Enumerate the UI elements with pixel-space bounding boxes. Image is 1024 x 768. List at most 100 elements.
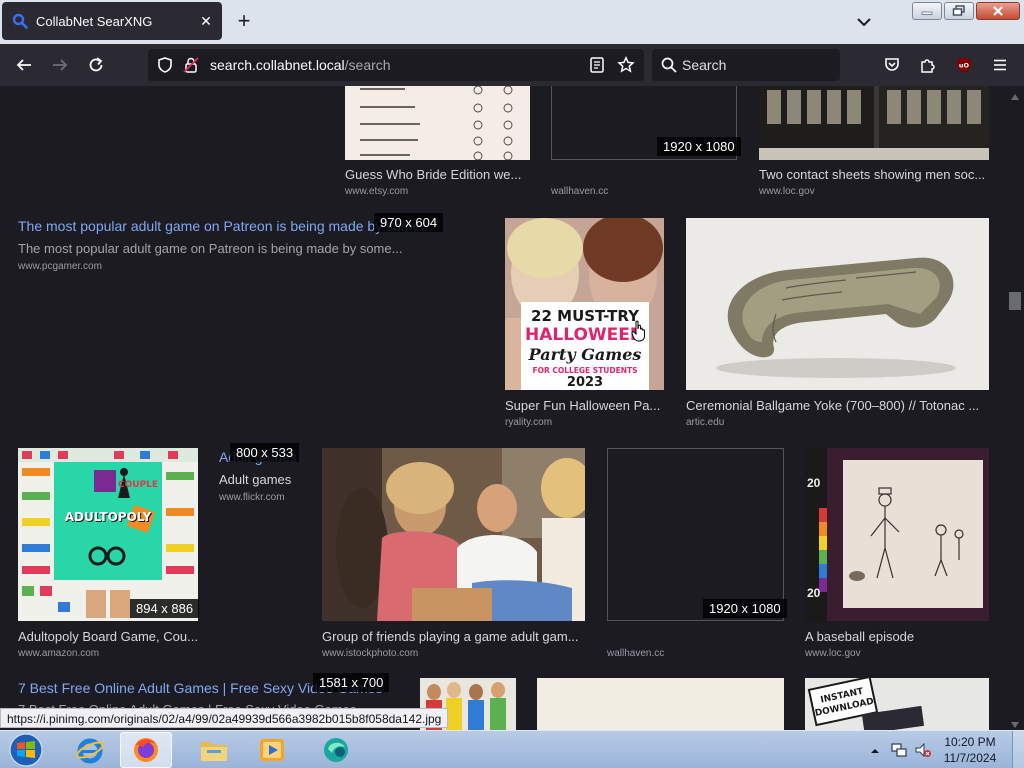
network-icon[interactable] <box>890 741 908 764</box>
maximize-button[interactable] <box>944 2 974 20</box>
image-result[interactable]: Group of friends playing a game adult ga… <box>322 448 585 660</box>
result-title[interactable]: Two contact sheets showing men soc... <box>759 167 989 182</box>
result-title[interactable]: Super Fun Halloween Pa... <box>505 398 664 413</box>
ruler-mark-top: 20 <box>807 476 821 490</box>
reader-view-icon[interactable] <box>586 54 608 76</box>
new-tab-button[interactable]: + <box>232 10 256 34</box>
halloween-games-thumbnail[interactable]: 22 MUST-TRY HALLOWEEN Party Games FOR CO… <box>505 218 664 390</box>
address-bar[interactable]: search.collabnet.local/search <box>148 49 644 81</box>
image-result[interactable]: Two contact sheets showing men soc... ww… <box>759 86 989 201</box>
result-source: www.etsy.com <box>345 186 409 197</box>
board-couple-label: COUPLE <box>118 480 159 490</box>
link-status-url: https://i.pinimg.com/originals/02/a4/99/… <box>0 708 449 728</box>
show-hidden-icons-arrow-icon[interactable] <box>870 743 880 761</box>
minimize-button[interactable] <box>912 2 942 20</box>
web-search-field[interactable]: Search <box>652 49 840 81</box>
forward-arrow-icon[interactable] <box>49 54 71 76</box>
scrollbar-thumb[interactable] <box>1009 292 1021 310</box>
green-app-icon[interactable] <box>310 732 362 768</box>
image-dimensions-badge: 1920 x 1080 <box>703 599 787 618</box>
clock-date: 11/7/2024 <box>943 751 997 765</box>
close-window-button[interactable] <box>976 2 1020 20</box>
screen: CollabNet SearXNG ✕ + search.collabnet.l… <box>0 0 1024 768</box>
url-text: search.collabnet.local/search <box>210 57 391 73</box>
media-player-icon[interactable] <box>246 732 298 768</box>
file-explorer-icon[interactable] <box>188 732 240 768</box>
tracking-protection-shield-icon[interactable] <box>154 54 176 76</box>
image-result[interactable]: Guess Who Bride Edition we... www.etsy.c… <box>345 86 530 201</box>
url-path: /search <box>344 57 391 73</box>
image-result[interactable]: 20 20 A baseball episode www.loc.gov <box>805 448 989 660</box>
app-menu-hamburger-icon[interactable] <box>989 54 1011 76</box>
tab-title: CollabNet SearXNG <box>36 13 153 29</box>
list-all-tabs-icon[interactable] <box>852 12 876 32</box>
result-source: www.loc.gov <box>805 648 861 659</box>
browser-tab[interactable]: CollabNet SearXNG ✕ <box>2 2 222 40</box>
reload-icon[interactable] <box>85 54 107 76</box>
taskbar-clock[interactable]: 10:20 PM 11/7/2024 <box>934 734 1006 766</box>
result-title[interactable]: Guess Who Bride Edition we... <box>345 167 530 182</box>
hand-cursor-icon <box>631 320 647 342</box>
url-host: search.collabnet.local <box>210 57 345 73</box>
firefox-taskbar-icon[interactable] <box>120 732 172 768</box>
search-icon <box>658 54 680 76</box>
instant-download-thumbnail[interactable]: INSTANT DOWNLOAD <box>805 678 989 730</box>
ruler-mark-bottom: 20 <box>807 586 821 600</box>
result-title[interactable]: Ceremonial Ballgame Yoke (700–800) // To… <box>686 398 989 413</box>
friends-playing-thumbnail[interactable] <box>322 448 585 621</box>
result-source: ryality.com <box>505 417 553 428</box>
poster-headline: 22 MUST-TRY <box>531 307 639 325</box>
tab-close-icon[interactable]: ✕ <box>196 11 216 31</box>
wallhaven-thumbnail[interactable] <box>607 448 784 621</box>
search-placeholder: Search <box>682 57 727 73</box>
show-desktop-button[interactable] <box>1012 731 1024 768</box>
result-source: wallhaven.cc <box>607 648 665 659</box>
bookmark-star-icon[interactable] <box>615 54 637 76</box>
insecure-lock-icon[interactable] <box>180 54 202 76</box>
result-source: www.amazon.com <box>18 648 100 659</box>
svg-text:uO: uO <box>959 62 970 70</box>
image-result[interactable]: 1920 x 1080 wallhaven.cc <box>551 86 741 201</box>
ballgame-yoke-thumbnail[interactable] <box>686 218 989 390</box>
link-result-source: www.pcgamer.com <box>18 261 102 272</box>
image-result[interactable]: 1920 x 1080 wallhaven.cc <box>607 448 787 660</box>
baseball-episode-thumbnail[interactable]: 20 20 <box>805 448 989 621</box>
image-dimensions-badge: 800 x 533 <box>230 443 300 462</box>
contact-sheets-thumbnail[interactable] <box>759 86 989 160</box>
guess-who-thumbnail[interactable] <box>345 86 530 160</box>
image-result[interactable]: COUPLE ADULTOPOLY 894 x 886 Adultopoly B… <box>18 448 200 660</box>
adultopoly-thumbnail[interactable]: COUPLE ADULTOPOLY <box>18 448 198 621</box>
internet-explorer-icon[interactable] <box>64 732 116 768</box>
clock-time: 10:20 PM <box>944 735 996 749</box>
image-dimensions-badge: 1920 x 1080 <box>657 137 741 156</box>
result-source: wallhaven.cc <box>551 186 609 197</box>
page-scrollbar[interactable] <box>1006 86 1024 730</box>
volume-muted-icon[interactable] <box>914 741 932 764</box>
back-arrow-icon[interactable] <box>13 54 35 76</box>
result-title[interactable]: A baseball episode <box>805 629 989 644</box>
poster-year: 2023 <box>566 375 604 390</box>
result-source: www.istockphoto.com <box>322 648 419 659</box>
result-subtitle: Adult games <box>219 472 292 487</box>
search-results-area: Guess Who Bride Edition we... www.etsy.c… <box>0 86 1006 730</box>
window-controls <box>912 2 1020 20</box>
result-source: www.flickr.com <box>219 492 285 503</box>
poster-party-games: Party Games <box>528 345 642 364</box>
searxng-favicon-icon <box>12 13 28 29</box>
navigation-toolbar: search.collabnet.local/search Search uO <box>0 44 1024 86</box>
light-thumbnail[interactable] <box>537 678 784 730</box>
start-orb-icon[interactable] <box>4 732 48 768</box>
board-adultopoly-label: ADULTOPOLY <box>64 510 152 524</box>
image-result[interactable]: Ceremonial Ballgame Yoke (700–800) // To… <box>686 218 989 430</box>
tab-strip: CollabNet SearXNG ✕ + <box>0 0 1024 44</box>
ublock-origin-icon[interactable]: uO <box>953 54 975 76</box>
image-dimensions-badge: 894 x 886 <box>130 599 200 618</box>
link-result-description: The most popular adult game on Patreon i… <box>18 241 403 256</box>
result-source: www.loc.gov <box>759 186 815 197</box>
pocket-icon[interactable] <box>881 54 903 76</box>
result-title[interactable]: Adultopoly Board Game, Cou... <box>18 629 200 644</box>
result-title[interactable]: Group of friends playing a game adult ga… <box>322 629 585 644</box>
result-source: artic.edu <box>686 417 725 428</box>
extensions-puzzle-icon[interactable] <box>917 54 939 76</box>
scroll-up-arrow-icon[interactable] <box>1010 88 1020 106</box>
